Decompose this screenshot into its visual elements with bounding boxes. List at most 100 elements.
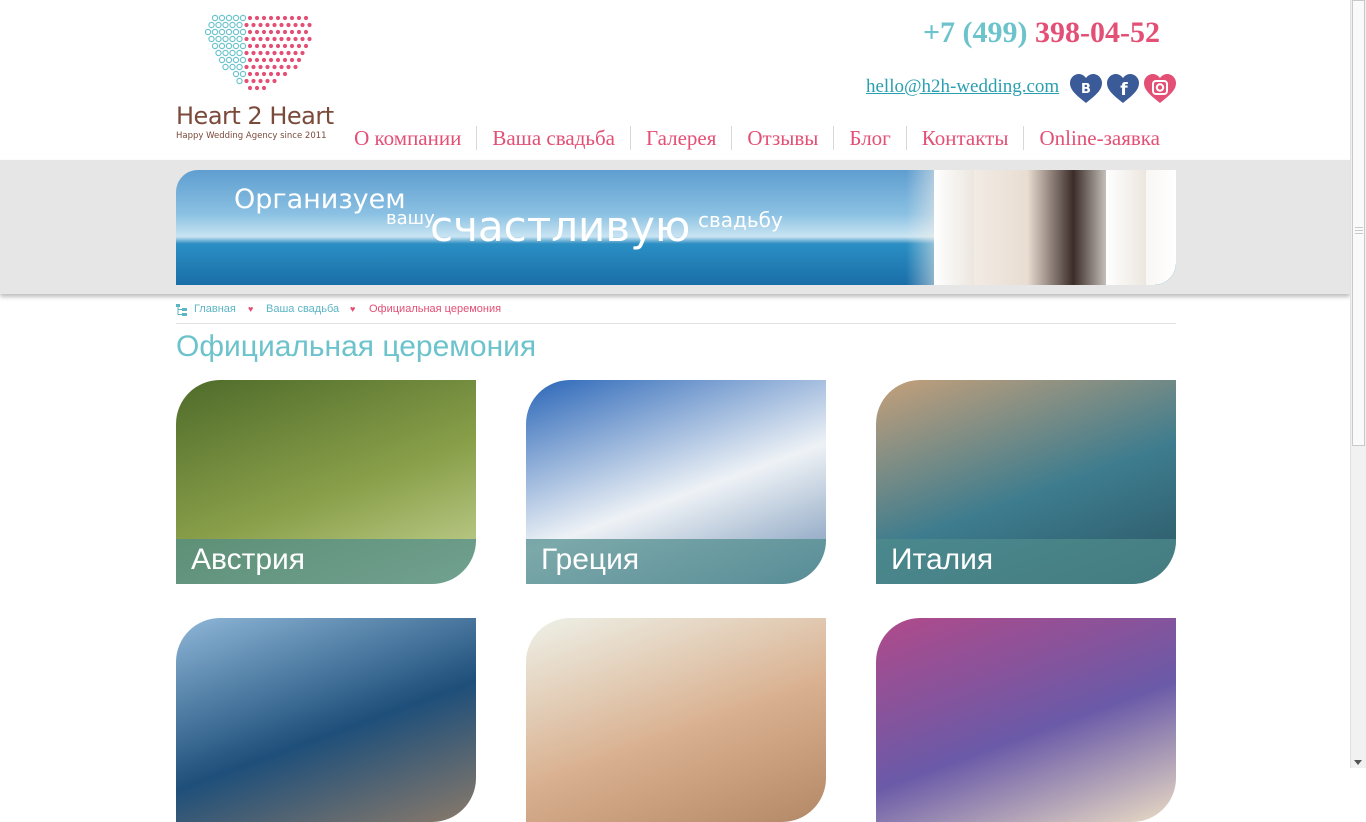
country-card-italy[interactable]: Италия [876, 380, 1176, 584]
nav-online-request[interactable]: Online-заявка [1023, 126, 1160, 150]
logo-dot [236, 63, 243, 71]
nav-gallery[interactable]: Галерея [629, 126, 731, 150]
logo-dot [289, 57, 295, 63]
breadcrumb-your-wedding[interactable]: Ваша свадьба [266, 303, 339, 315]
main-nav: О компании Ваша свадьба Галерея Отзывы Б… [339, 126, 1160, 150]
logo[interactable]: Heart 2 Heart Happy Wedding Agency since… [176, 14, 342, 144]
logo-dot [225, 14, 233, 22]
breadcrumb-home[interactable]: Главная [194, 303, 236, 315]
country-card-4[interactable] [176, 618, 476, 822]
logo-dot [303, 43, 309, 49]
logo-title: Heart 2 Heart [176, 102, 334, 130]
logo-dot [218, 14, 226, 22]
logo-dot [268, 71, 274, 77]
banner-text-2: вашу [386, 208, 435, 229]
logo-dot [229, 21, 236, 29]
logo-dot [254, 15, 260, 21]
heart-logo-icon [204, 14, 312, 91]
logo-dot [225, 42, 233, 50]
logo-dot [307, 22, 312, 28]
logo-dot [303, 15, 309, 21]
country-card-austria[interactable]: Австрия [176, 380, 476, 584]
logo-dot [222, 63, 229, 71]
facebook-link[interactable]: f [1107, 74, 1139, 103]
logo-dot [272, 50, 277, 56]
logo-dot [218, 56, 226, 64]
logo-dot [208, 21, 215, 29]
country-card-5[interactable] [526, 618, 826, 822]
logo-dot [268, 29, 274, 35]
logo-dot [222, 49, 229, 57]
logo-dot [293, 50, 298, 56]
logo-dot [296, 57, 302, 63]
logo-dot [251, 36, 256, 42]
logo-dot [254, 85, 260, 91]
scrollbar-grip-icon: — — — [1355, 222, 1363, 237]
logo-dot [275, 15, 281, 21]
logo-dot [251, 64, 256, 70]
svg-text:B: B [1081, 82, 1091, 97]
logo-dot [286, 50, 291, 56]
breadcrumb-heart-icon: ♥ [248, 304, 254, 314]
instagram-link[interactable] [1144, 74, 1176, 103]
vkontakte-link[interactable]: B [1070, 74, 1102, 103]
logo-dot [239, 42, 247, 50]
logo-dot [293, 64, 298, 70]
logo-dot [232, 28, 240, 36]
logo-dot [258, 64, 263, 70]
logo-dot [254, 57, 260, 63]
banner-text-1: Организуем [234, 184, 406, 215]
logo-dot [272, 64, 277, 70]
logo-dot [282, 15, 288, 21]
logo-dot [236, 35, 243, 43]
logo-dot [251, 22, 256, 28]
logo-dot [222, 35, 229, 43]
logo-dot [279, 22, 284, 28]
breadcrumb-current: Официальная церемония [369, 303, 502, 315]
logo-dot [239, 56, 247, 64]
logo-dot [275, 71, 281, 77]
logo-dot [293, 36, 298, 42]
nav-blog[interactable]: Блог [833, 126, 905, 150]
logo-dot [258, 36, 263, 42]
card-title: Италия [891, 543, 994, 576]
hero-banner: Организуем вашу счастливую свадьбу [176, 170, 1176, 285]
phone-code: +7 (499) [922, 16, 1028, 49]
logo-dot [286, 22, 291, 28]
logo-dot [282, 43, 288, 49]
logo-dot [272, 78, 277, 84]
logo-dot [279, 36, 284, 42]
logo-dot [261, 85, 267, 91]
nav-about[interactable]: О компании [339, 126, 476, 150]
nav-contacts[interactable]: Контакты [905, 126, 1024, 150]
logo-dot [247, 85, 253, 91]
nav-reviews[interactable]: Отзывы [731, 126, 833, 150]
logo-dot [289, 15, 295, 21]
logo-subtitle: Happy Wedding Agency since 2011 [176, 131, 327, 141]
vkontakte-icon: B [1070, 74, 1102, 103]
logo-dot [204, 28, 212, 36]
breadcrumb-heart-icon: ♥ [350, 304, 356, 314]
logo-dot [254, 71, 260, 77]
logo-dot [282, 57, 288, 63]
logo-dot [236, 77, 243, 85]
email-link[interactable]: hello@h2h-wedding.com [866, 76, 1059, 98]
logo-dot [244, 36, 249, 42]
site-header: Heart 2 Heart Happy Wedding Agency since… [0, 0, 1350, 160]
logo-dot [258, 50, 263, 56]
vertical-scrollbar[interactable]: — — — [1350, 0, 1366, 768]
logo-dot [279, 50, 284, 56]
country-card-6[interactable] [876, 618, 1176, 822]
scroll-down-arrow-icon[interactable] [1354, 760, 1362, 765]
logo-dot [232, 14, 240, 22]
logo-dot [239, 28, 247, 36]
logo-dot [229, 63, 236, 71]
nav-your-wedding[interactable]: Ваша свадьба [476, 126, 630, 150]
logo-dot [258, 78, 263, 84]
logo-dot [296, 15, 302, 21]
banner-curtain-right [1106, 170, 1146, 285]
logo-dot [239, 14, 247, 22]
country-card-greece[interactable]: Греция [526, 380, 826, 584]
logo-dot [286, 36, 291, 42]
card-label-bar: Греция [526, 539, 826, 584]
